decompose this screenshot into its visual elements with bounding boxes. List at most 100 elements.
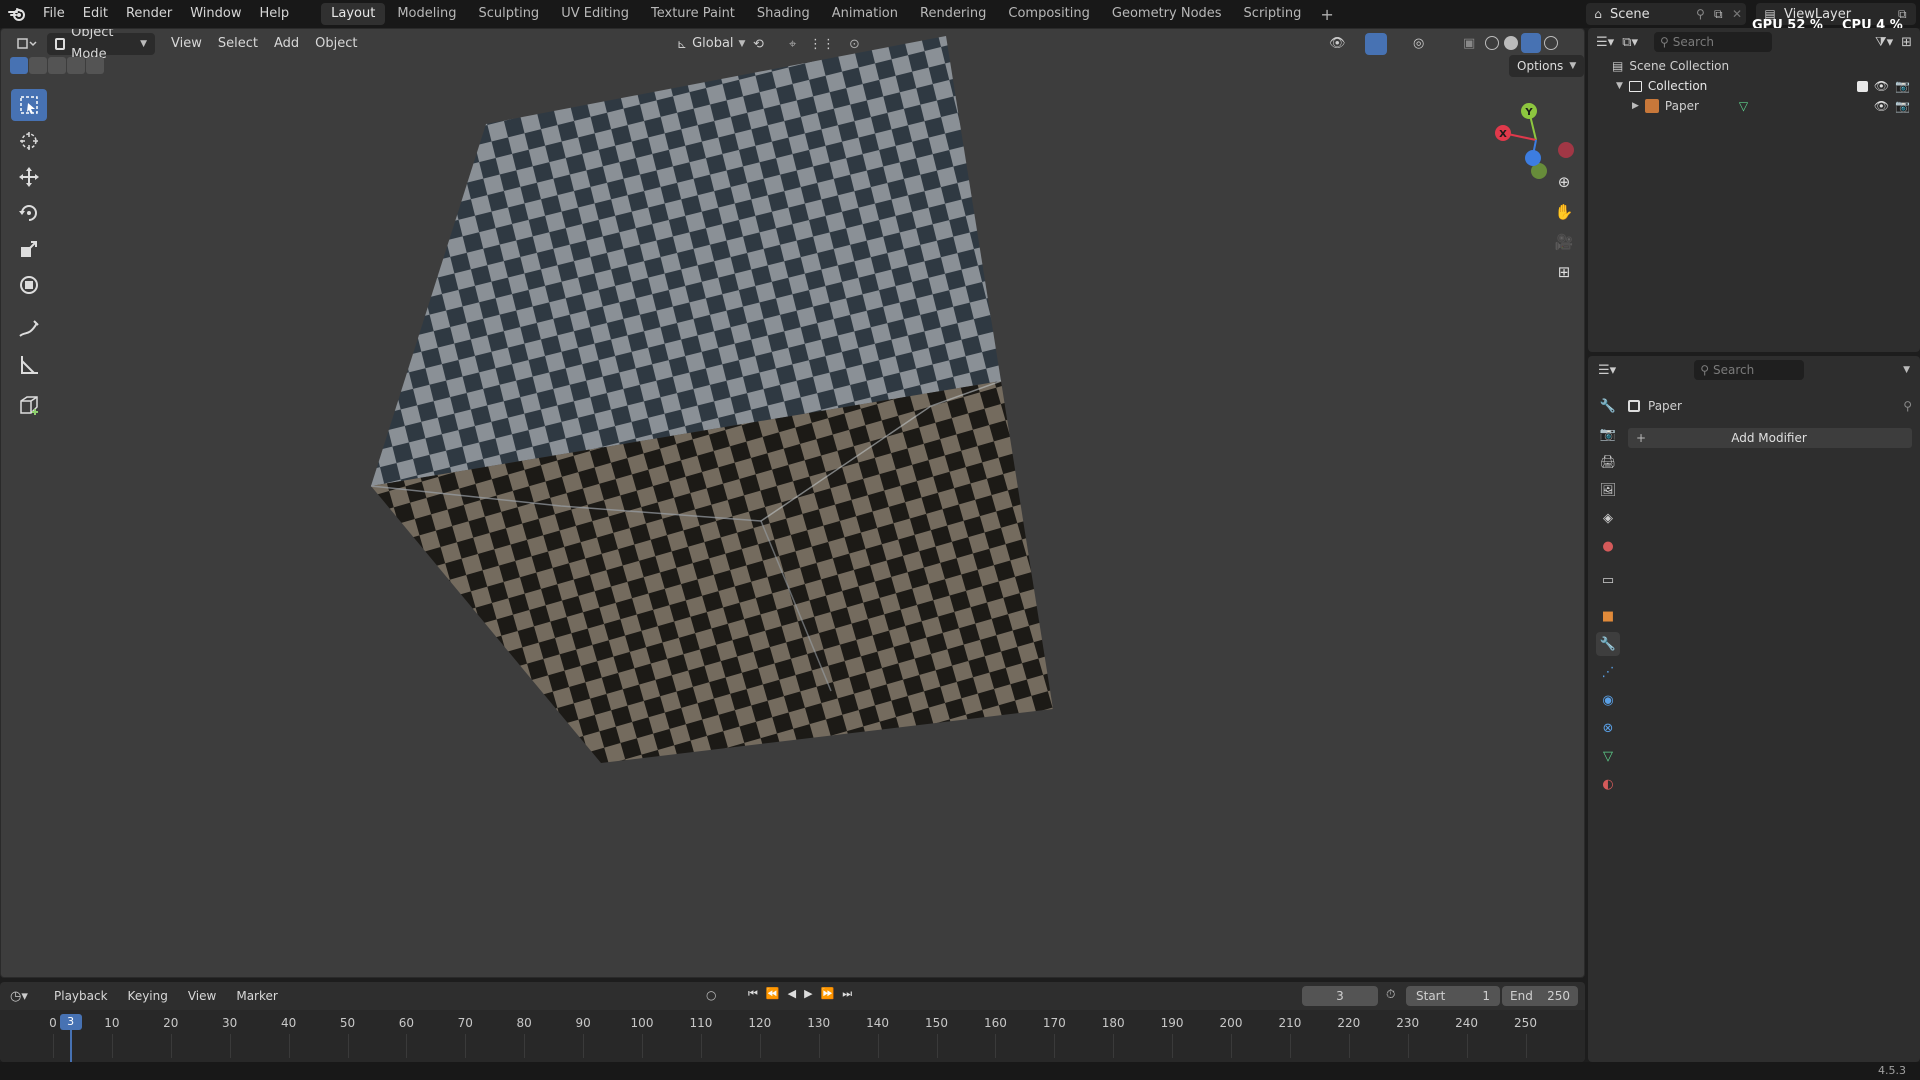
prop-tab-render[interactable]: 📷: [1596, 422, 1620, 446]
timeline-tick-line: [1054, 1034, 1056, 1058]
timeline-menu-keying[interactable]: Keying: [120, 985, 176, 1007]
eye-icon[interactable]: 👁: [1874, 79, 1889, 93]
tab-geometry-nodes[interactable]: Geometry Nodes: [1102, 3, 1232, 25]
close-scene-icon[interactable]: ✕: [1732, 7, 1746, 21]
timeline-tick-line: [642, 1034, 643, 1058]
timeline-tick-label: 110: [689, 1016, 713, 1030]
expand-chevron-right-icon[interactable]: ▶: [1632, 101, 1639, 111]
camera-icon[interactable]: 📷: [1895, 79, 1910, 93]
timeline-menu-view[interactable]: View: [180, 985, 224, 1007]
playhead-label[interactable]: 3: [59, 1014, 82, 1030]
timeline-tick-line: [288, 1034, 290, 1058]
new-collection-icon[interactable]: ⊞: [1901, 35, 1912, 50]
add-workspace-icon[interactable]: +: [1312, 5, 1341, 24]
eye-icon[interactable]: 👁: [1874, 99, 1889, 113]
timeline-header: ◷▾ Playback Keying View Marker ○ ⏮ ⏪ ◀ ▶…: [0, 982, 1585, 1010]
prop-tab-world[interactable]: ●: [1596, 534, 1620, 558]
menu-render[interactable]: Render: [117, 0, 181, 28]
version-label: 4.5.3: [1878, 1064, 1906, 1077]
play-icon[interactable]: ▶: [804, 987, 812, 1001]
timeline-tick-line: [406, 1034, 408, 1058]
outliner-panel: ☰▾ ⧉▾ ⚲ Search ⧩▾ ⊞ ▤ Scene Collection ▼…: [1588, 28, 1920, 352]
timeline-tick-line: [1172, 1034, 1174, 1058]
tab-sculpting[interactable]: Sculpting: [468, 3, 549, 25]
tab-animation[interactable]: Animation: [822, 3, 908, 25]
prop-tab-scene[interactable]: ◈: [1596, 506, 1620, 530]
collection-label: Collection: [1647, 79, 1708, 93]
timeline-tick-line: [1113, 1034, 1115, 1058]
timeline-tick-label: 120: [748, 1016, 772, 1030]
timeline-tick-line: [877, 1034, 879, 1058]
scene-name[interactable]: Scene: [1610, 7, 1696, 22]
timeline-menu-playback[interactable]: Playback: [46, 985, 116, 1007]
prop-tab-collection[interactable]: ▭: [1596, 568, 1620, 592]
display-mode-icon[interactable]: ⧉▾: [1622, 35, 1638, 50]
timeline-tick-label: 140: [866, 1016, 890, 1030]
properties-editor-type-icon[interactable]: ☰▾: [1598, 363, 1616, 378]
tab-rendering[interactable]: Rendering: [910, 3, 996, 25]
pin-icon[interactable]: ⚲: [1696, 7, 1714, 21]
outliner-row-scene-collection[interactable]: ▤ Scene Collection: [1588, 56, 1920, 76]
menu-help[interactable]: Help: [251, 0, 299, 28]
tab-uv-editing[interactable]: UV Editing: [551, 3, 639, 25]
prop-tab-object[interactable]: ■: [1596, 604, 1620, 628]
jump-start-icon[interactable]: ⏮: [748, 987, 758, 1001]
prop-tab-material[interactable]: ◐: [1596, 772, 1620, 796]
outliner-editor-type-icon[interactable]: ☰▾: [1596, 35, 1614, 50]
chevron-down-icon[interactable]: ▼: [1903, 365, 1910, 375]
current-frame-field[interactable]: 3: [1302, 986, 1378, 1006]
filter-icon[interactable]: ⧩▾: [1875, 35, 1893, 50]
exclude-checkbox[interactable]: [1856, 80, 1868, 92]
outliner-row-paper[interactable]: ▶ Paper ▽ 👁 📷: [1588, 96, 1920, 116]
tab-layout[interactable]: Layout: [321, 3, 386, 25]
add-modifier-button[interactable]: + Add Modifier: [1628, 428, 1912, 448]
preview-range-icon[interactable]: ⏱: [1386, 987, 1395, 1002]
tab-modeling[interactable]: Modeling: [387, 3, 466, 25]
outliner-search-input[interactable]: ⚲ Search: [1654, 32, 1772, 52]
new-scene-icon[interactable]: ⧉: [1714, 7, 1732, 22]
timeline-tick-line: [818, 1034, 820, 1058]
camera-icon[interactable]: 📷: [1895, 99, 1910, 113]
menu-file[interactable]: File: [34, 0, 74, 28]
menu-edit[interactable]: Edit: [74, 0, 117, 28]
scene-selector[interactable]: ⌂ Scene ⚲ ⧉ ✕: [1586, 3, 1746, 25]
pin-icon[interactable]: ⚲: [1903, 399, 1912, 413]
properties-search-input[interactable]: ⚲ Search: [1694, 360, 1805, 380]
timeline-tick-label: 90: [575, 1016, 591, 1030]
paper-object-mesh[interactable]: [1, 29, 1585, 978]
timeline-editor-type-icon[interactable]: ◷▾: [10, 989, 42, 1004]
expand-chevron-icon[interactable]: ▼: [1616, 81, 1623, 91]
prop-tab-output[interactable]: 🖨: [1596, 450, 1620, 474]
start-frame-field[interactable]: Start 1: [1406, 986, 1500, 1006]
timeline-menu-marker[interactable]: Marker: [228, 985, 285, 1007]
menu-window[interactable]: Window: [181, 0, 250, 28]
collection-icon: [1628, 80, 1642, 92]
prop-tab-physics[interactable]: ◉: [1596, 688, 1620, 712]
timeline-tick-label: 0: [49, 1016, 57, 1030]
tab-scripting[interactable]: Scripting: [1234, 3, 1312, 25]
auto-keying-icon[interactable]: ○: [706, 988, 716, 1002]
tab-shading[interactable]: Shading: [747, 3, 820, 25]
prop-tab-tool[interactable]: 🔧: [1596, 394, 1620, 418]
prop-tab-data[interactable]: ▽: [1596, 744, 1620, 768]
prop-tab-particles[interactable]: ⋰: [1596, 660, 1620, 684]
timeline-ruler[interactable]: 0 10 20 30 40 50 60 70 80 90 100 110 120 130 140 150 160…: [0, 1010, 1585, 1062]
timeline-tick-line: [170, 1034, 172, 1058]
prop-tab-constraints[interactable]: ⊗: [1596, 716, 1620, 740]
prop-tab-view-layer[interactable]: 🖼: [1596, 478, 1620, 502]
outliner-row-collection[interactable]: ▼ Collection 👁 📷: [1588, 76, 1920, 96]
mesh-data-icon[interactable]: ▽: [1739, 99, 1748, 113]
plus-icon: +: [1636, 431, 1647, 445]
jump-end-icon[interactable]: ⏭: [842, 987, 852, 1001]
prop-tab-modifiers[interactable]: 🔧: [1596, 632, 1620, 656]
play-reverse-icon[interactable]: ◀: [788, 987, 796, 1001]
tab-compositing[interactable]: Compositing: [998, 3, 1100, 25]
tab-texture-paint[interactable]: Texture Paint: [641, 3, 745, 25]
timeline-tick-line: [53, 1034, 54, 1058]
blender-logo-icon[interactable]: [0, 0, 34, 28]
3d-viewport[interactable]: Object Mode ▼ View Select Add Object ⊾ G…: [0, 28, 1585, 978]
jump-keyframe-forward-icon[interactable]: ⏩: [821, 987, 835, 1001]
jump-keyframe-back-icon[interactable]: ⏪: [766, 987, 780, 1001]
end-frame-field[interactable]: End 250: [1502, 986, 1578, 1006]
properties-header: ☰▾ ⚲ Search ▼: [1588, 356, 1920, 384]
